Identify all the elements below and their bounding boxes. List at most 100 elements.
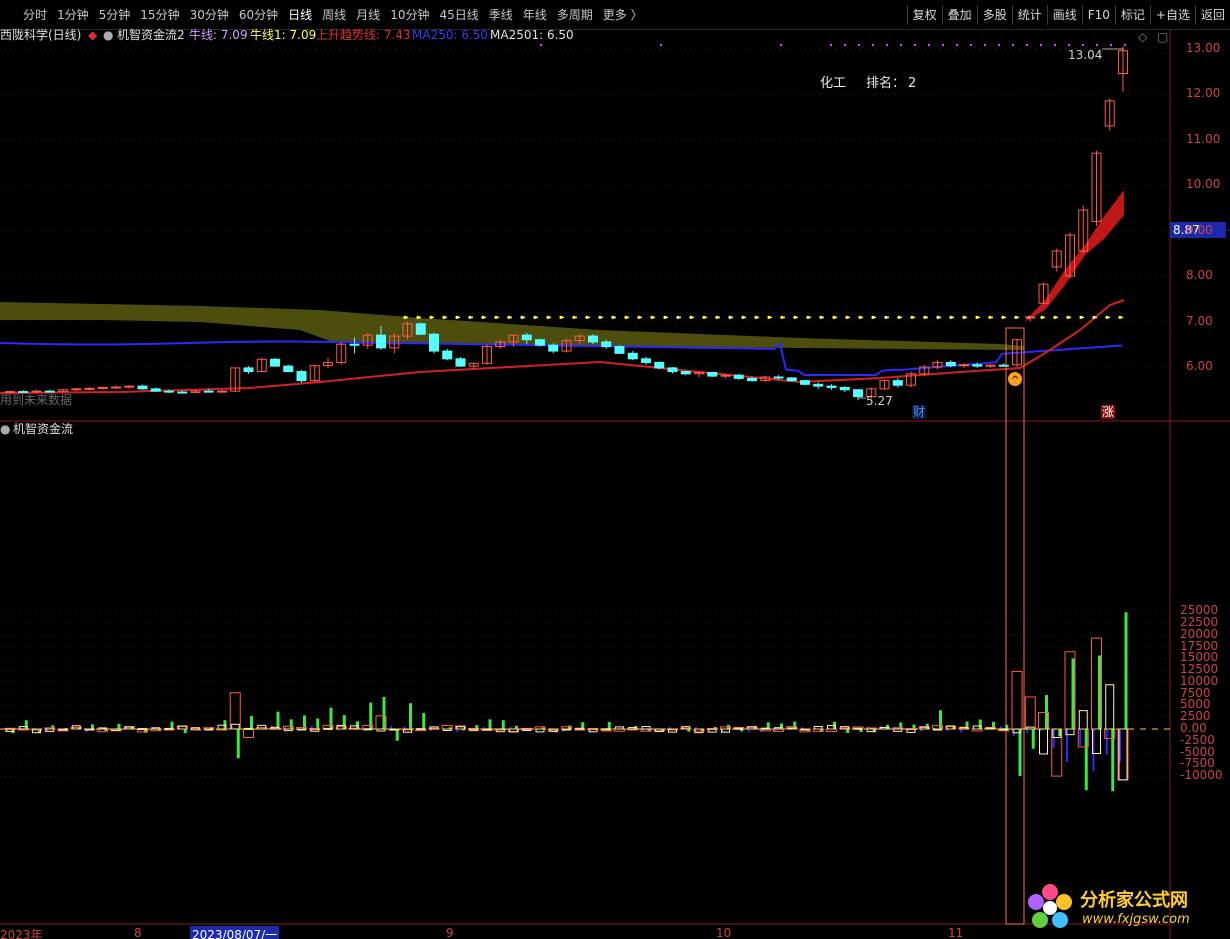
flower-logo-icon [1028, 884, 1072, 928]
signal-dot [1026, 44, 1028, 46]
date-label-3: 9 [446, 926, 454, 939]
cow-dot [546, 315, 550, 320]
signal-dot [928, 44, 930, 46]
cow-dot [637, 315, 641, 320]
candle-body [601, 341, 612, 348]
candle-body [270, 358, 280, 367]
date-label-0: 2023年 [0, 928, 43, 939]
candle-body [786, 377, 797, 382]
cow-dot [858, 315, 862, 320]
candle-body [548, 344, 559, 352]
cow-dot [403, 315, 407, 320]
candle-body [31, 390, 42, 393]
cow-dot [455, 315, 459, 320]
signal-dot [998, 44, 1000, 46]
signal-dot [1096, 44, 1098, 46]
buy-signal-glyph: ^ [1011, 375, 1019, 386]
price-tick-3: 10.00 [1186, 177, 1221, 191]
finance-marker[interactable]: 财 [912, 405, 927, 419]
candle-body [296, 371, 307, 382]
cow-dot [767, 315, 771, 320]
candle-body [415, 323, 426, 335]
rise-marker[interactable]: 涨 [1101, 405, 1116, 419]
watermark-url: www.fxjgsw.com [1082, 912, 1190, 927]
candle-body [627, 352, 638, 360]
cow-dot [845, 315, 849, 320]
candle-body [614, 346, 625, 354]
restore-window-icon[interactable]: ▢ [1157, 30, 1168, 44]
date-label-1: 8 [134, 926, 142, 939]
indicator-visible-icon[interactable]: ● [103, 28, 113, 42]
candle-body [641, 358, 651, 363]
chart-options-icon[interactable]: ◇ [1138, 30, 1147, 44]
cow-dot [1066, 315, 1070, 320]
candle-body [535, 339, 545, 346]
industry-label: 化工 [820, 76, 847, 91]
signal-dot [1040, 44, 1042, 46]
price-tick-5: 8.00 [1186, 268, 1213, 282]
cow-dot [793, 315, 797, 320]
future-data-note: 用到未来数据 [0, 393, 73, 407]
signal-dot [844, 44, 846, 46]
signal-dot [942, 44, 944, 46]
cow-dot [897, 315, 901, 320]
date-label-5: 11 [948, 926, 964, 939]
indicator-name-label: 机智资金流2 [117, 28, 185, 42]
cow-dot [962, 315, 966, 320]
volume-panel-toggle-icon[interactable]: ● [0, 422, 10, 436]
net-flow-box [1105, 684, 1115, 730]
candle-body [800, 380, 810, 385]
signal-dot [660, 44, 662, 46]
candle-body [839, 386, 850, 391]
cow-dot [988, 315, 992, 320]
signal-dot [956, 44, 958, 46]
candle-body [137, 385, 148, 390]
candle-body [813, 383, 824, 387]
stock-chart-window: { "toolbar":{ "periods":["分时","1分钟","5分钟… [0, 0, 1230, 939]
candle-body [1025, 316, 1036, 319]
cow-dot [780, 315, 784, 320]
red-flow-box [1024, 696, 1036, 730]
signal-dot [1068, 44, 1070, 46]
signal-dot [1082, 44, 1084, 46]
candle-body [84, 387, 95, 390]
cow-dot [1079, 315, 1083, 320]
cow-dot [884, 315, 888, 320]
cow-dot [1001, 315, 1005, 320]
candle-body [521, 334, 532, 341]
cow-dot [429, 315, 433, 320]
cow-dot [663, 315, 667, 320]
cow-dot [1105, 315, 1109, 320]
cow-dot [702, 315, 706, 320]
indicator-toggle-icon[interactable]: ◆ [88, 28, 97, 42]
chart-canvas[interactable]: ^ [0, 0, 1230, 939]
price-tick-0: 13.00 [1186, 40, 1221, 55]
signal-dot [1110, 44, 1112, 46]
price-tick-6: 7.00 [1186, 313, 1213, 328]
candle-body [455, 358, 466, 367]
signal-dot [914, 44, 916, 46]
cow-dot [728, 315, 732, 320]
signal-dot [1012, 44, 1014, 46]
signal-dot [858, 44, 860, 46]
red-flow-box [1011, 671, 1023, 730]
cow-dot [975, 315, 979, 320]
rank-value: 2 [908, 76, 917, 91]
cow-dot [1092, 315, 1096, 320]
signal-dot [780, 44, 782, 46]
candle-body [44, 390, 55, 393]
cow-dot [871, 315, 875, 320]
ma-band-area [0, 302, 1024, 350]
high-price-label: 13.04 [1068, 48, 1103, 62]
candle-body [998, 364, 1009, 367]
signal-dot [1054, 44, 1056, 46]
stock-name-label: 西陇科学(日线) [0, 28, 82, 42]
cow-dot [1053, 315, 1057, 320]
candle-body [349, 343, 360, 346]
watermark: 分析家公式网 www.fxjgsw.com [1022, 880, 1222, 935]
candle-body [177, 391, 188, 394]
up-trend-value: 上升趋势线: 7.43 [316, 28, 411, 42]
ma250-value: MA250: 6.50 [412, 28, 489, 42]
price-tick-1: 12.00 [1186, 86, 1221, 100]
price-tick-2: 11.00 [1186, 131, 1221, 146]
